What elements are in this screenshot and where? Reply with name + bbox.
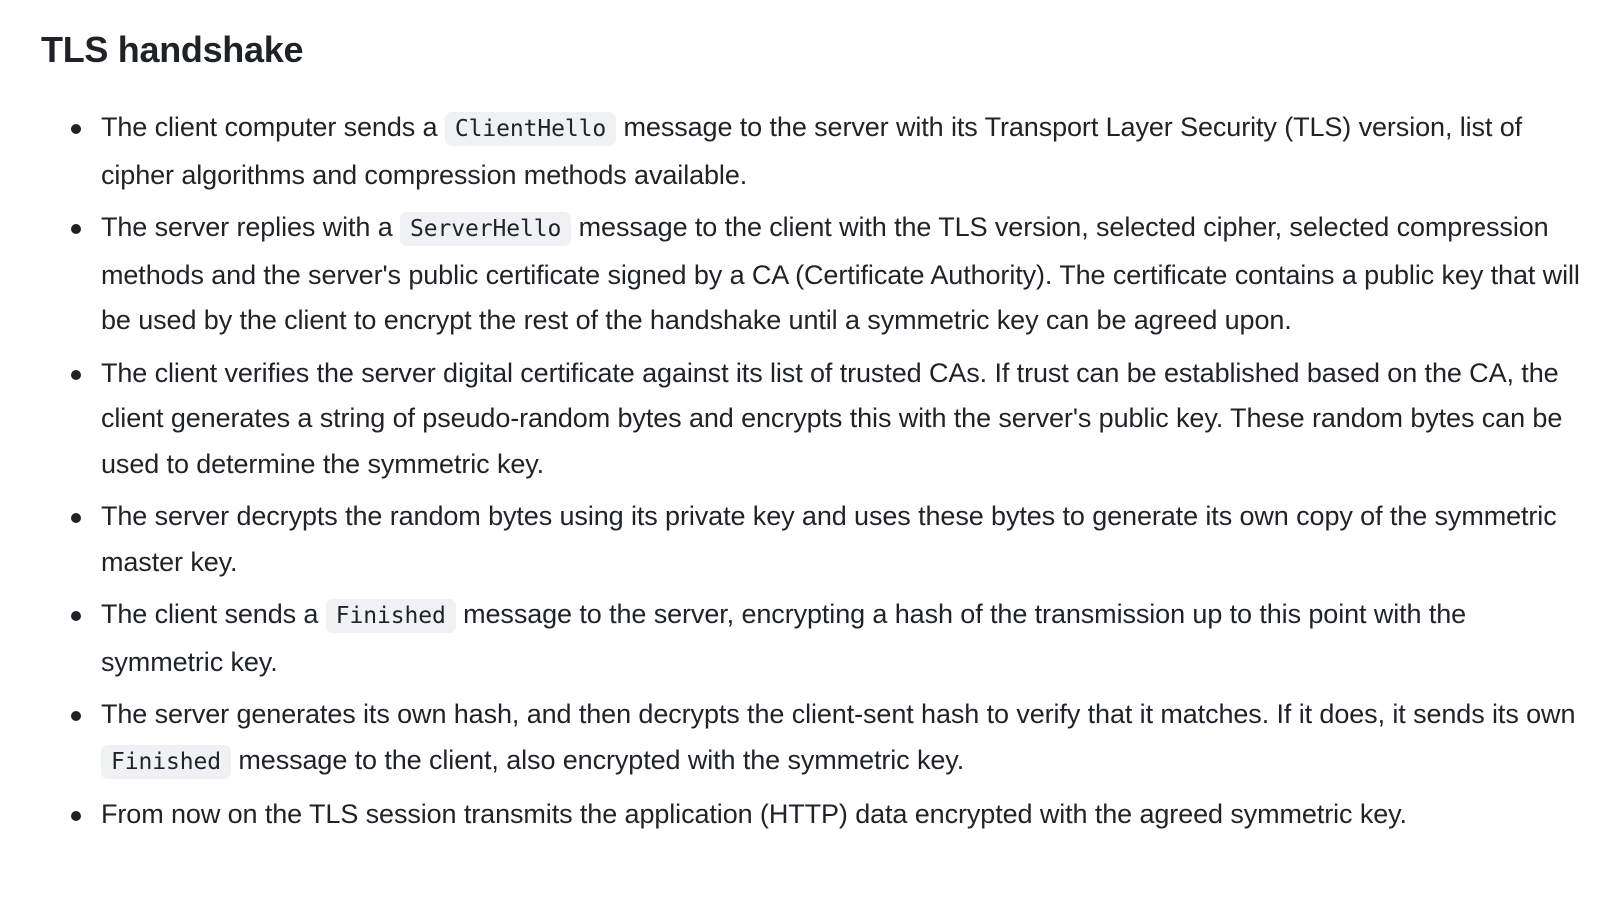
inline-code: Finished xyxy=(101,744,231,779)
inline-code: ServerHello xyxy=(400,212,572,247)
item-text: The server generates its own hash, and t… xyxy=(101,699,1576,730)
item-text: The server replies with a xyxy=(101,212,401,243)
item-text: The client sends a xyxy=(101,599,326,630)
list-item: The client sends a Finished message to t… xyxy=(71,592,1583,685)
list-item: The server replies with a ServerHello me… xyxy=(71,205,1583,344)
list-item: The server decrypts the random bytes usi… xyxy=(71,494,1583,585)
inline-code: ClientHello xyxy=(444,112,617,147)
item-text: The client verifies the server digital c… xyxy=(101,357,1563,479)
item-text: message to the client, also encrypted wi… xyxy=(230,744,965,775)
list-item: The client computer sends a ClientHello … xyxy=(71,105,1583,198)
handshake-steps-list: The client computer sends a ClientHello … xyxy=(41,105,1583,838)
item-text: The client computer sends a xyxy=(101,112,445,143)
inline-code: Finished xyxy=(325,599,456,634)
list-item: The client verifies the server digital c… xyxy=(71,351,1583,488)
list-item: The server generates its own hash, and t… xyxy=(71,692,1583,785)
item-text: The server decrypts the random bytes usi… xyxy=(101,501,1557,577)
item-text: From now on the TLS session transmits th… xyxy=(101,799,1407,830)
section-heading: TLS handshake xyxy=(41,29,304,70)
list-item: From now on the TLS session transmits th… xyxy=(71,792,1583,838)
document: TLS handshake The client computer sends … xyxy=(0,0,1623,838)
